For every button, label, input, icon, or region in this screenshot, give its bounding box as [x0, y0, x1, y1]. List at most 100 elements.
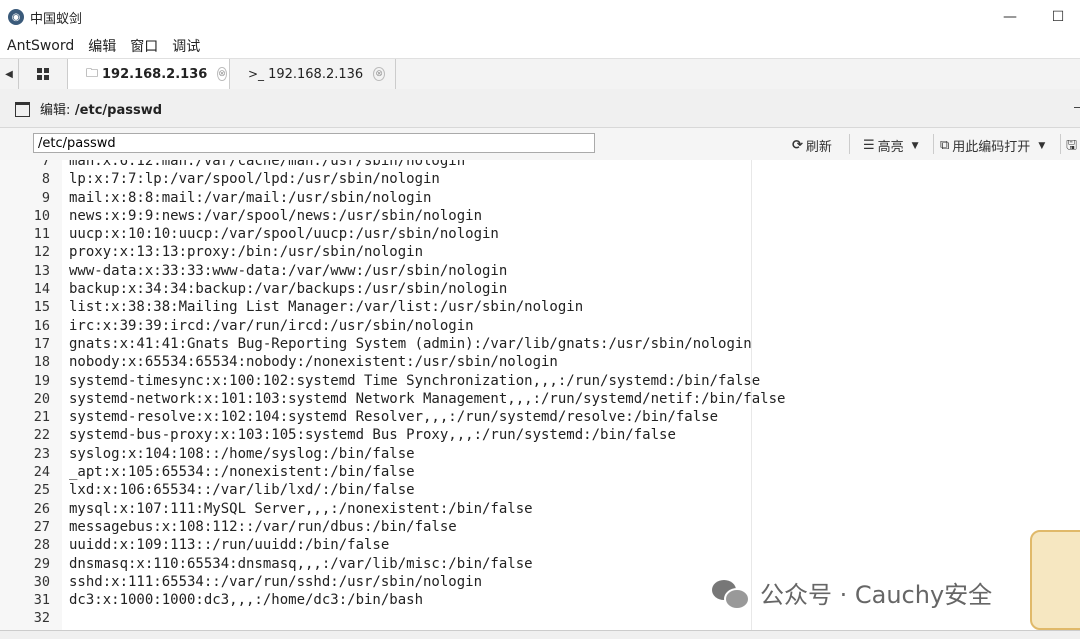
line-number: 24 [33, 464, 50, 481]
line-number: 27 [33, 518, 50, 535]
line-text: syslog:x:104:108::/home/syslog:/bin/fals… [69, 445, 415, 462]
minimize-button[interactable]: — [990, 6, 1030, 28]
toolbar-divider [933, 134, 934, 154]
refresh-button[interactable]: ⟳ 刷新 [792, 136, 832, 155]
panel-title-path: /etc/passwd [74, 102, 163, 118]
line-text: news:x:9:9:news:/var/spool/news:/usr/sbi… [69, 207, 483, 224]
line-number: 17 [33, 335, 50, 352]
tab-file-manager[interactable]: 🗀 192.168.2.136 ⊗ [68, 59, 230, 89]
panel-title-label: 编辑: [40, 102, 71, 118]
list-icon: ☰ [863, 138, 875, 153]
line-text: proxy:x:13:13:proxy:/bin:/usr/sbin/nolog… [69, 244, 424, 261]
refresh-label: 刷新 [805, 140, 832, 155]
title-bar: ◉ 中国蚁剑 — ☐ [0, 0, 1080, 34]
panel-minimize-button[interactable] [1074, 107, 1080, 108]
dropdown-arrow-icon: ▼ [911, 140, 919, 151]
line-text: lp:x:7:7:lp:/var/spool/lpd:/usr/sbin/nol… [69, 171, 440, 188]
line-number: 32 [33, 610, 50, 627]
line-text: messagebus:x:108:112::/var/run/dbus:/bin… [69, 518, 457, 535]
home-tab[interactable] [19, 59, 68, 89]
menu-debug[interactable]: 调试 [165, 36, 207, 56]
line-number: 22 [33, 427, 50, 444]
line-text: dc3:x:1000:1000:dc3,,,:/home/dc3:/bin/ba… [69, 592, 424, 609]
line-number: 13 [33, 262, 50, 279]
path-input[interactable] [33, 133, 595, 153]
line-text: uuidd:x:109:113::/run/uuidd:/bin/false [69, 537, 390, 554]
line-text: dnsmasq:x:110:65534:dnsmasq,,,:/var/lib/… [69, 555, 533, 572]
line-text: list:x:38:38:Mailing List Manager:/var/l… [69, 299, 584, 316]
decorative-stamp [1030, 530, 1080, 630]
watermark: 公众号 · Cauchy安全 [712, 575, 992, 610]
encoding-button[interactable]: ⧉ 用此编码打开 ▼ [940, 136, 1045, 155]
refresh-icon: ⟳ [792, 138, 803, 153]
line-number: 14 [33, 281, 50, 298]
save-button[interactable]: 🖫 [1066, 136, 1077, 158]
save-icon: 🖫 [1066, 138, 1078, 153]
dropdown-arrow-icon: ▼ [1038, 140, 1046, 151]
panel-title: 编辑: /etc/passwd [40, 99, 162, 118]
line-number: 19 [33, 372, 50, 389]
editor-toolbar: ⟳ 刷新 ☰ 高亮 ▼ ⧉ 用此编码打开 ▼ 🖫 [0, 128, 1080, 161]
wechat-icon [712, 578, 750, 610]
line-number: 9 [41, 189, 50, 206]
tab-label: 192.168.2.136 [268, 66, 364, 82]
menu-edit[interactable]: 编辑 [81, 36, 123, 56]
antsword-logo-icon: ◉ [8, 9, 24, 25]
line-number: 16 [33, 317, 50, 334]
line-number: 31 [33, 592, 50, 609]
line-text: gnats:x:41:41:Gnats Bug-Reporting System… [69, 335, 752, 352]
tab-scroll-left-button[interactable]: ◀ [0, 59, 19, 89]
line-number: 12 [33, 244, 50, 261]
terminal-icon: >_ [248, 67, 265, 81]
editor-panel-header: 编辑: /etc/passwd [0, 89, 1080, 128]
line-text: sshd:x:111:65534::/var/run/sshd:/usr/sbi… [69, 573, 483, 590]
highlight-button[interactable]: ☰ 高亮 ▼ [863, 136, 919, 155]
menu-window[interactable]: 窗口 [123, 36, 165, 56]
tab-label: 192.168.2.136 [102, 66, 208, 82]
line-text: mail:x:8:8:mail:/var/mail:/usr/sbin/nolo… [69, 189, 432, 206]
code-editor[interactable]: 7 man:x:6:12:man:/var/cache/man:/usr/sbin… [0, 160, 1080, 630]
watermark-text: 公众号 · Cauchy安全 [760, 581, 993, 609]
line-number: 23 [33, 445, 50, 462]
window-title: 中国蚁剑 [30, 11, 83, 27]
menu-bar: AntSword 编辑 窗口 调试 [0, 34, 1080, 58]
line-number: 11 [33, 226, 50, 243]
line-number: 7 [41, 160, 50, 169]
tab-close-icon[interactable]: ⊗ [373, 67, 385, 81]
toolbar-divider [849, 134, 850, 154]
line-number: 29 [33, 555, 50, 572]
encoding-label: 用此编码打开 [952, 140, 1031, 155]
line-text: mysql:x:107:111:MySQL Server,,,:/nonexis… [69, 500, 533, 517]
line-text: systemd-resolve:x:102:104:systemd Resolv… [69, 409, 719, 426]
line-text: nobody:x:65534:65534:nobody:/nonexistent… [69, 354, 558, 371]
line-number: 30 [33, 573, 50, 590]
line-text: systemd-timesync:x:100:102:systemd Time … [69, 372, 761, 389]
folder-icon: 🗀 [86, 65, 99, 80]
encoding-icon: ⧉ [940, 138, 950, 153]
tab-close-icon[interactable]: ⊗ [217, 67, 227, 81]
toolbar-divider [1060, 134, 1061, 154]
line-number: 10 [33, 207, 50, 224]
line-text: _apt:x:105:65534::/nonexistent:/bin/fals… [69, 464, 415, 481]
line-number: 8 [41, 171, 50, 188]
line-text: systemd-bus-proxy:x:103:105:systemd Bus … [69, 427, 676, 444]
line-number: 21 [33, 409, 50, 426]
line-number: 28 [33, 537, 50, 554]
line-number: 20 [33, 390, 50, 407]
grid-icon [37, 68, 49, 80]
line-text: www-data:x:33:33:www-data:/var/www:/usr/… [69, 262, 508, 279]
tab-bar: ◀ 🗀 192.168.2.136 ⊗ >_ 192.168.2.136 ⊗ [0, 58, 1080, 90]
window-icon [15, 101, 30, 117]
line-text: irc:x:39:39:ircd:/var/run/ircd:/usr/sbin… [69, 317, 474, 334]
highlight-label: 高亮 [877, 140, 904, 155]
line-text: lxd:x:106:65534::/var/lib/lxd/:/bin/fals… [69, 482, 415, 499]
line-number: 18 [33, 354, 50, 371]
line-text: uucp:x:10:10:uucp:/var/spool/uucp:/usr/s… [69, 226, 499, 243]
tab-terminal[interactable]: >_ 192.168.2.136 ⊗ [230, 59, 396, 89]
line-number: 25 [33, 482, 50, 499]
maximize-button[interactable]: ☐ [1038, 6, 1078, 28]
line-text: man:x:6:12:man:/var/cache/man:/usr/sbin/… [69, 160, 466, 169]
menu-antsword[interactable]: AntSword [0, 38, 81, 54]
line-number: 26 [33, 500, 50, 517]
line-text: backup:x:34:34:backup:/var/backups:/usr/… [69, 281, 508, 298]
